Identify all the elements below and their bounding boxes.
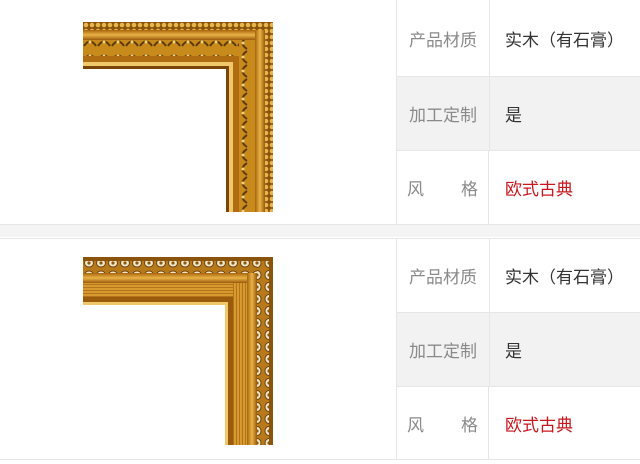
spec-row-style: 风 格 欧式古典	[397, 387, 640, 460]
spec-row-style: 风 格 欧式古典	[397, 151, 640, 224]
product-card-1: 产品材质 实木（有石膏） 加工定制 是 风 格 欧式古典	[0, 0, 640, 225]
spec-value: 欧式古典	[505, 180, 573, 200]
spec-label: 加工定制	[397, 313, 490, 386]
spec-value: 是	[505, 342, 522, 362]
spec-value: 是	[505, 106, 522, 126]
spec-label: 风 格	[397, 387, 489, 460]
spec-value: 实木（有石膏）	[505, 30, 624, 51]
spec-row-custom: 加工定制 是	[397, 313, 640, 387]
spec-label: 加工定制	[397, 77, 490, 150]
spec-value: 实木（有石膏）	[505, 268, 624, 288]
spec-row-material: 产品材质 实木（有石膏）	[397, 0, 640, 77]
frame-corner-image	[83, 22, 273, 212]
spec-row-custom: 加工定制 是	[397, 77, 640, 151]
spec-label: 风 格	[397, 151, 489, 224]
section-divider	[0, 225, 640, 237]
spec-value: 欧式古典	[505, 416, 573, 436]
spec-label-part: 格	[461, 180, 478, 200]
product-card-2: 产品材质 实木（有石膏） 加工定制 是 风 格 欧式古典	[0, 238, 640, 460]
spec-row-material: 产品材质 实木（有石膏）	[397, 239, 640, 313]
spec-table: 产品材质 实木（有石膏） 加工定制 是 风 格 欧式古典	[396, 0, 640, 224]
spec-label-part: 风	[407, 180, 424, 200]
spec-label-part: 格	[461, 416, 478, 436]
frame-corner-image	[83, 257, 273, 445]
spec-table: 产品材质 实木（有石膏） 加工定制 是 风 格 欧式古典	[396, 239, 640, 460]
spec-label-part: 风	[407, 416, 424, 436]
spec-label: 产品材质	[397, 239, 490, 312]
spec-label: 产品材质	[397, 0, 490, 76]
